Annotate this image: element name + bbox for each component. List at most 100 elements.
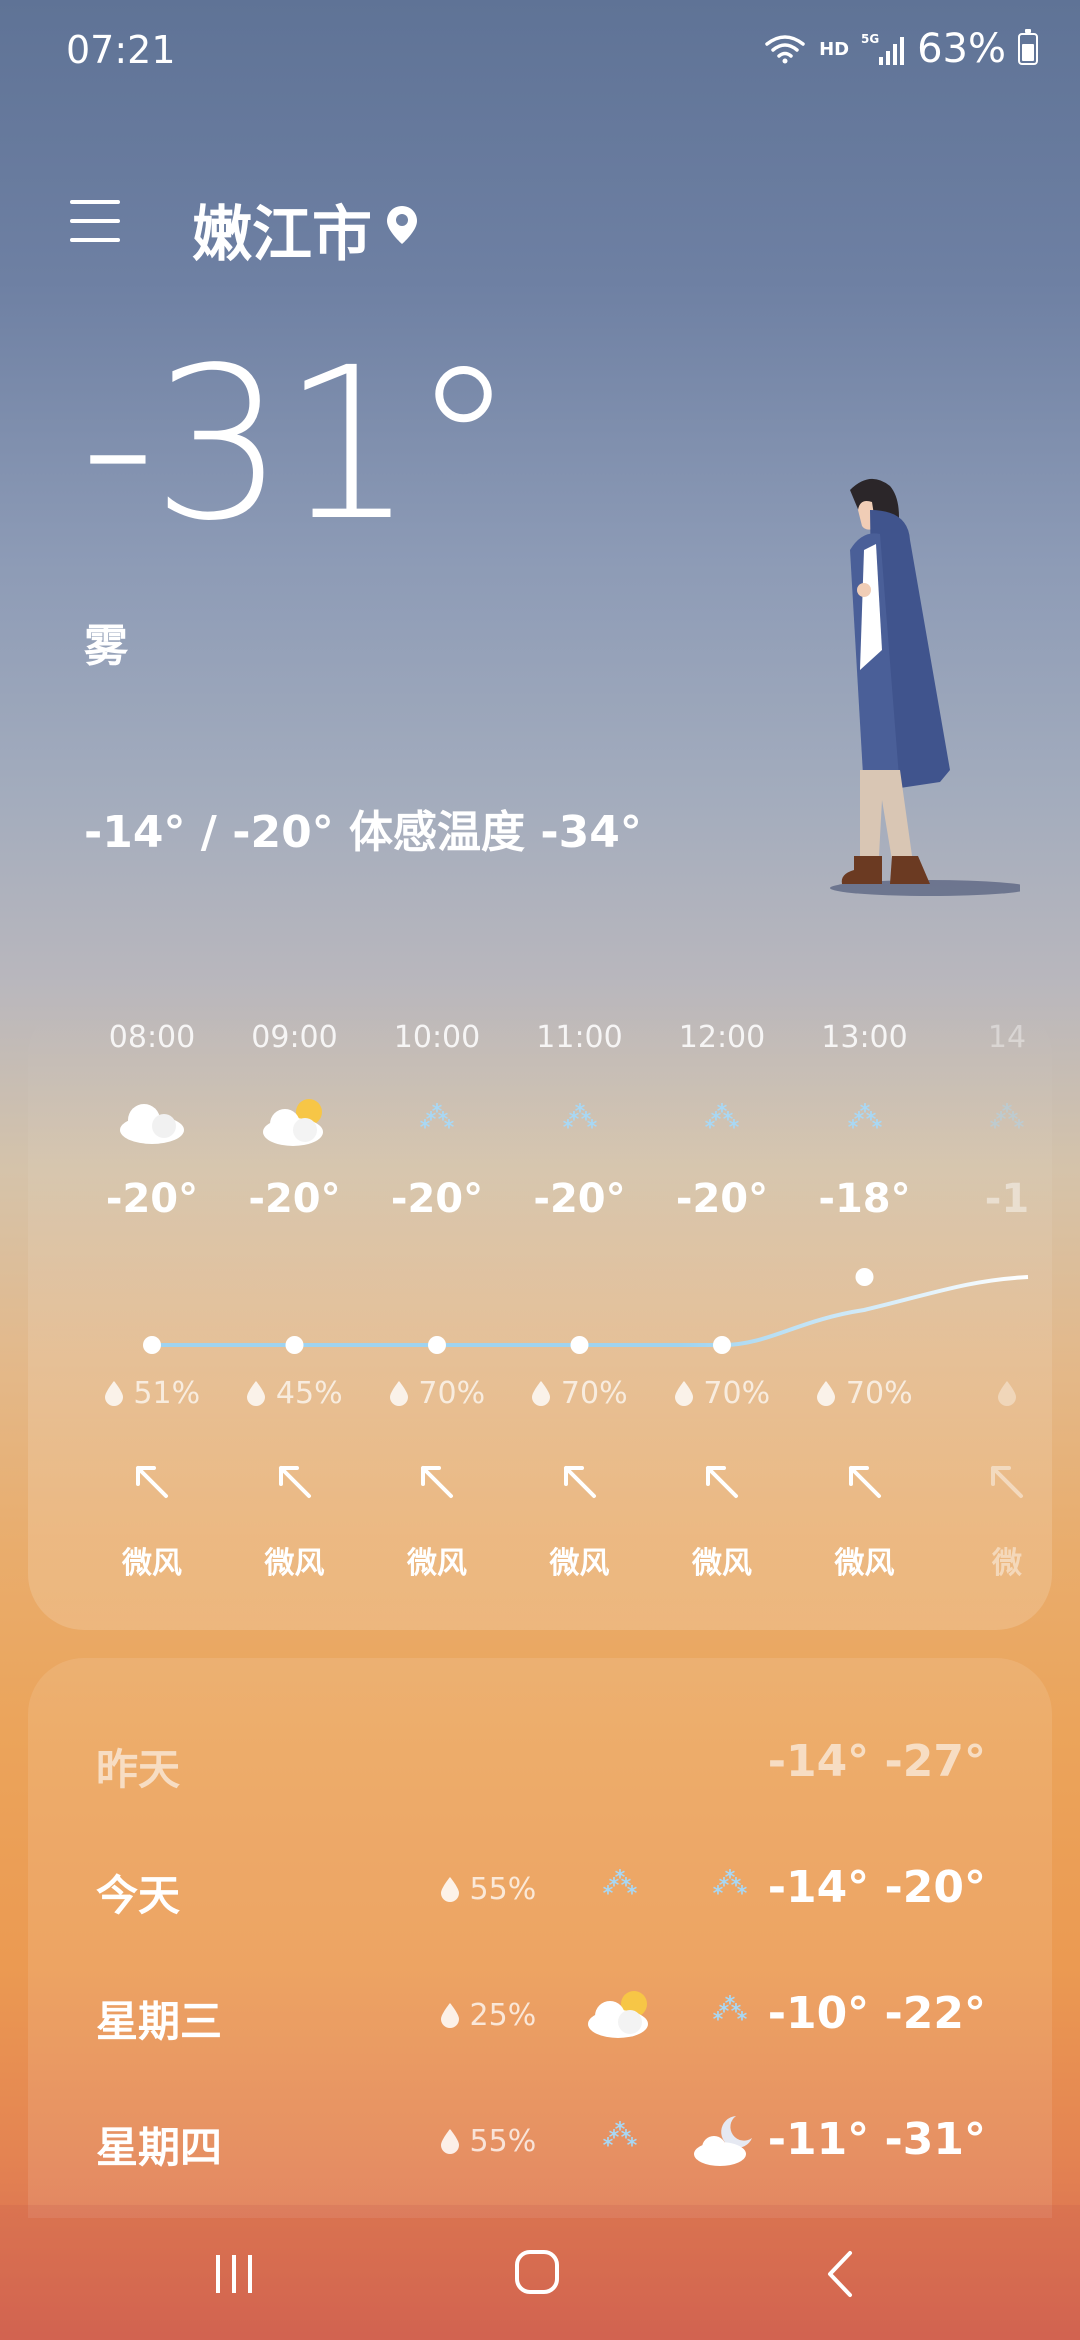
hour-temp-point [285, 1336, 304, 1354]
hour-wind: 微风 [122, 1546, 182, 1581]
hour-time: 09:00 [251, 1020, 338, 1055]
daily-row[interactable]: 今天 55% * * * * * * * * * * -14° -20° [28, 1842, 1052, 1932]
daily-forecast-card[interactable]: 昨天 -14° -27° 今天 55% * * * * * * * * * * -14° -20° 星期三 … [28, 1658, 1052, 2218]
svg-text:*: * [621, 1873, 632, 1897]
hour-humidity: 70% [510, 1376, 650, 1411]
day-humidity: 55% [440, 2124, 536, 2159]
day-name: 星期四 [96, 2123, 223, 2172]
hour-wind: 微风 [407, 1546, 467, 1581]
hour-time: 13:00 [821, 1020, 908, 1055]
back-icon[interactable] [824, 2249, 854, 2299]
hour-temp: -18° [818, 1176, 911, 1222]
hour-temp-point [855, 1268, 874, 1286]
hour-humidity-value: 70% [845, 1376, 913, 1411]
drop-icon [674, 1381, 693, 1406]
current-condition: 雾 [84, 621, 128, 672]
hour-humidity-value: 70% [418, 1376, 486, 1411]
svg-text:*: * [731, 1873, 742, 1897]
day-humidity: 55% [440, 1872, 536, 1907]
wifi-icon [765, 35, 805, 64]
hour-temp: -20° [248, 1176, 341, 1222]
svg-text:*: * [719, 1873, 730, 1897]
drop-icon [817, 1381, 836, 1406]
drop-icon [441, 1877, 459, 1902]
hour-humidity-value: 45% [275, 1376, 343, 1411]
hour-humidity: 70% [795, 1376, 935, 1411]
home-icon[interactable] [514, 2249, 560, 2295]
daily-row[interactable]: 星期三 25% * * * * * -10° -22° [28, 1968, 1052, 2058]
signal-icon: 5G [861, 32, 905, 65]
hour-wind: 微风 [692, 1546, 752, 1581]
svg-text:*: * [609, 1873, 620, 1897]
wind-direction-icon [563, 1466, 596, 1498]
partly-sunny-icon [580, 1984, 650, 2044]
hour-time: 10:00 [393, 1020, 481, 1055]
hour-temp: -20° [105, 1176, 199, 1222]
navigation-bar [0, 2205, 1080, 2340]
moon-cloud-icon [690, 2110, 760, 2170]
status-indicators: HD 5G 63% [763, 26, 1038, 72]
battery-percent: 63% [917, 26, 1006, 72]
snow-icon: * * * * * [397, 1092, 477, 1152]
recent-apps-icon[interactable] [212, 2253, 258, 2295]
hour-humidity: 70% [652, 1376, 792, 1411]
hour-humidity: 45% [225, 1376, 365, 1411]
hour-humidity-value: 51% [133, 1376, 201, 1411]
day-humidity-value: 55% [469, 1872, 537, 1907]
drop-icon [532, 1381, 551, 1406]
drop-icon [998, 1381, 1016, 1406]
wind-direction-icon [706, 1466, 738, 1498]
hour-wind: 微 [992, 1546, 1022, 1581]
hour-humidity: 70% [367, 1376, 507, 1411]
svg-text:*: * [996, 1107, 1007, 1131]
day-temps: -14° -20° [767, 1862, 986, 1913]
day-name: 星期三 [96, 1997, 223, 2046]
hour-humidity [937, 1376, 1052, 1411]
snow-icon: * * * * * [580, 1858, 650, 1918]
hour-humidity-value: 70% [560, 1376, 628, 1411]
day-name: 今天 [96, 1871, 181, 1920]
battery-icon [1018, 29, 1038, 65]
svg-text:*: * [853, 1107, 864, 1131]
drop-icon [247, 1381, 266, 1406]
cloudy-icon [112, 1092, 192, 1152]
day-temps: -14° -27° [767, 1736, 986, 1787]
hour-time: 12:00 [678, 1020, 766, 1055]
hour-temp: -20° [533, 1176, 626, 1222]
daily-row[interactable]: 星期四 55% * * * * * -11° -31° [28, 2094, 1052, 2184]
svg-text:*: * [865, 1107, 876, 1131]
wind-direction-icon [991, 1466, 1023, 1498]
hour-temp: -1 [984, 1176, 1030, 1222]
day-humidity-value: 55% [469, 2124, 537, 2159]
snow-icon: * * * * * [540, 1092, 620, 1152]
status-time: 07:21 [66, 28, 176, 72]
city-name[interactable]: 嫩江市 [192, 186, 372, 273]
drop-icon [441, 2129, 459, 2154]
wind-direction-icon [136, 1466, 168, 1498]
svg-text:5G: 5G [861, 32, 879, 46]
svg-text:*: * [731, 1999, 742, 2023]
woman-illustration [830, 478, 1020, 896]
partly-sunny-icon [255, 1092, 335, 1152]
hour-time: 14 [987, 1020, 1027, 1055]
hour-wind: 微风 [264, 1546, 325, 1581]
hour-temp: -20° [675, 1176, 769, 1222]
svg-text:*: * [580, 1107, 591, 1131]
snow-icon: * * * * * [580, 2110, 650, 2170]
svg-text:*: * [568, 1107, 579, 1131]
daily-row[interactable]: 昨天 -14° -27° [28, 1716, 1052, 1806]
temp-range-feels-like: -14° / -20° 体感温度 -34° [84, 807, 642, 858]
hour-temp: -20° [390, 1176, 484, 1222]
hour-temp-point [143, 1336, 161, 1354]
hourly-forecast-card[interactable]: 08:00 -20° 51% 微风 09:00 -20° 45% 微风 10:0… [28, 1000, 1052, 1630]
snow-icon: * * * * * [825, 1092, 905, 1152]
current-temperature: -31° [80, 322, 516, 567]
drop-icon [389, 1381, 408, 1406]
hour-wind: 微风 [549, 1546, 610, 1581]
snow-icon: * * * * * [690, 1984, 760, 2044]
wind-direction-icon [848, 1466, 881, 1498]
drop-icon [104, 1381, 123, 1406]
drop-icon [441, 2003, 459, 2028]
menu-icon[interactable] [70, 200, 120, 242]
hour-time: 08:00 [108, 1020, 196, 1055]
